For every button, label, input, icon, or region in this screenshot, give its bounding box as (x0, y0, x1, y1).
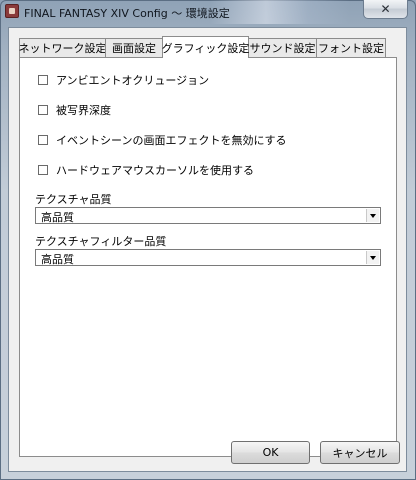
texture-filter-quality-label: テクスチャフィルター品質 (35, 235, 167, 248)
depth-of-field-option[interactable]: 被写界深度 (38, 102, 111, 118)
ok-button[interactable]: OK (231, 441, 310, 464)
tab-sound-settings[interactable]: サウンド設定 (248, 38, 317, 57)
texture-filter-quality-select[interactable]: 高品質 (35, 249, 381, 266)
cancel-button[interactable]: キャンセル (320, 441, 400, 464)
texture-quality-label: テクスチャ品質 (35, 193, 112, 206)
tab-screen-settings[interactable]: 画面設定 (105, 38, 163, 57)
depth-of-field-checkbox[interactable] (38, 105, 48, 115)
tab-strip: ネットワーク設定 画面設定 グラフィック設定 サウンド設定 フォント設定 (18, 36, 399, 58)
hardware-cursor-option[interactable]: ハードウェアマウスカーソルを使用する (38, 162, 254, 178)
depth-of-field-label: 被写界深度 (56, 104, 111, 117)
hardware-cursor-label: ハードウェアマウスカーソルを使用する (56, 164, 254, 177)
disable-cutscene-effects-label: イベントシーンの画面エフェクトを無効にする (56, 134, 287, 147)
ambient-occlusion-label: アンビエントオクリュージョン (56, 74, 210, 87)
ok-button-label: OK (262, 446, 279, 459)
title-bar[interactable]: FINAL FANTASY XIV Config ～ 環境設定 ✕ (0, 0, 416, 26)
ambient-occlusion-checkbox[interactable] (38, 75, 48, 85)
close-icon: ✕ (380, 2, 391, 16)
cancel-button-label: キャンセル (332, 446, 388, 460)
disable-cutscene-effects-checkbox[interactable] (38, 135, 48, 145)
hardware-cursor-checkbox[interactable] (38, 165, 48, 175)
window-title: FINAL FANTASY XIV Config ～ 環境設定 (24, 7, 230, 20)
app-icon (5, 4, 19, 18)
close-button[interactable]: ✕ (363, 0, 408, 19)
disable-cutscene-effects-option[interactable]: イベントシーンの画面エフェクトを無効にする (38, 132, 287, 148)
texture-quality-select[interactable]: 高品質 (35, 207, 381, 224)
texture-filter-quality-value: 高品質 (41, 253, 74, 266)
titlebar-background-art (210, 0, 350, 24)
tab-label: ネットワーク設定 (18, 42, 107, 55)
ambient-occlusion-option[interactable]: アンビエントオクリュージョン (38, 72, 209, 88)
tab-network-settings[interactable]: ネットワーク設定 (18, 38, 107, 57)
tab-label: グラフィック設定 (161, 41, 250, 55)
texture-quality-value: 高品質 (41, 211, 74, 224)
tab-font-settings[interactable]: フォント設定 (316, 38, 386, 57)
tab-label: 画面設定 (112, 42, 156, 55)
chevron-down-icon[interactable] (366, 209, 379, 222)
graphics-settings-panel: アンビエントオクリュージョン 被写界深度 イベントシーンの画面エフェクトを無効に… (19, 57, 397, 457)
tab-graphics-settings[interactable]: グラフィック設定 (162, 36, 249, 58)
tab-label: フォント設定 (318, 42, 384, 55)
tab-label: サウンド設定 (249, 42, 316, 55)
dialog-client-area: ネットワーク設定 画面設定 グラフィック設定 サウンド設定 フォント設定 アンビ… (8, 27, 407, 472)
chevron-down-icon[interactable] (366, 251, 379, 264)
